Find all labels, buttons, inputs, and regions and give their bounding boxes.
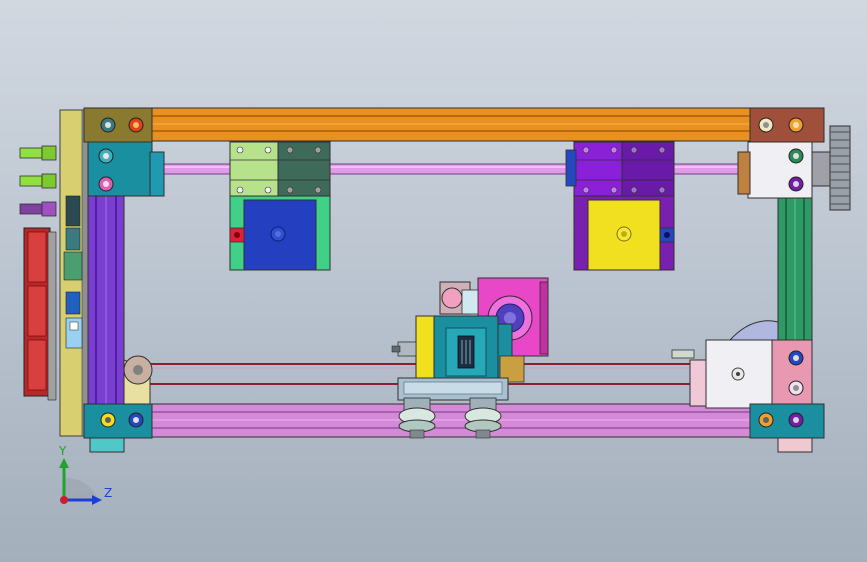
corner-block-left-rod-holder <box>87 141 165 197</box>
corner-block-right-rod-holder <box>737 141 813 199</box>
x-axis-origin <box>60 496 68 504</box>
left-belt-idler <box>123 355 153 405</box>
cad-assembly-drawing: Y Z <box>19 107 851 505</box>
y-axis-arrowhead <box>59 458 69 468</box>
corner-block-bottom-right <box>749 403 825 453</box>
top-horizontal-extrusion <box>149 107 753 142</box>
left-electronics-panel <box>19 109 89 437</box>
coordinate-triad: Y Z <box>58 444 112 505</box>
left-carriage-assembly <box>229 141 331 271</box>
corner-block-top-right <box>749 107 825 143</box>
bottom-horizontal-extrusion <box>149 403 751 438</box>
z-axis-arrowhead <box>92 495 102 505</box>
corner-block-bottom-left <box>83 403 153 453</box>
right-carriage-assembly <box>565 141 675 271</box>
z-axis-label: Z <box>104 486 112 500</box>
y-axis-label: Y <box>58 444 67 458</box>
left-vertical-extrusion <box>87 195 125 407</box>
corner-block-top-left <box>83 107 153 143</box>
cad-model-view[interactable]: Y Z <box>0 0 867 562</box>
